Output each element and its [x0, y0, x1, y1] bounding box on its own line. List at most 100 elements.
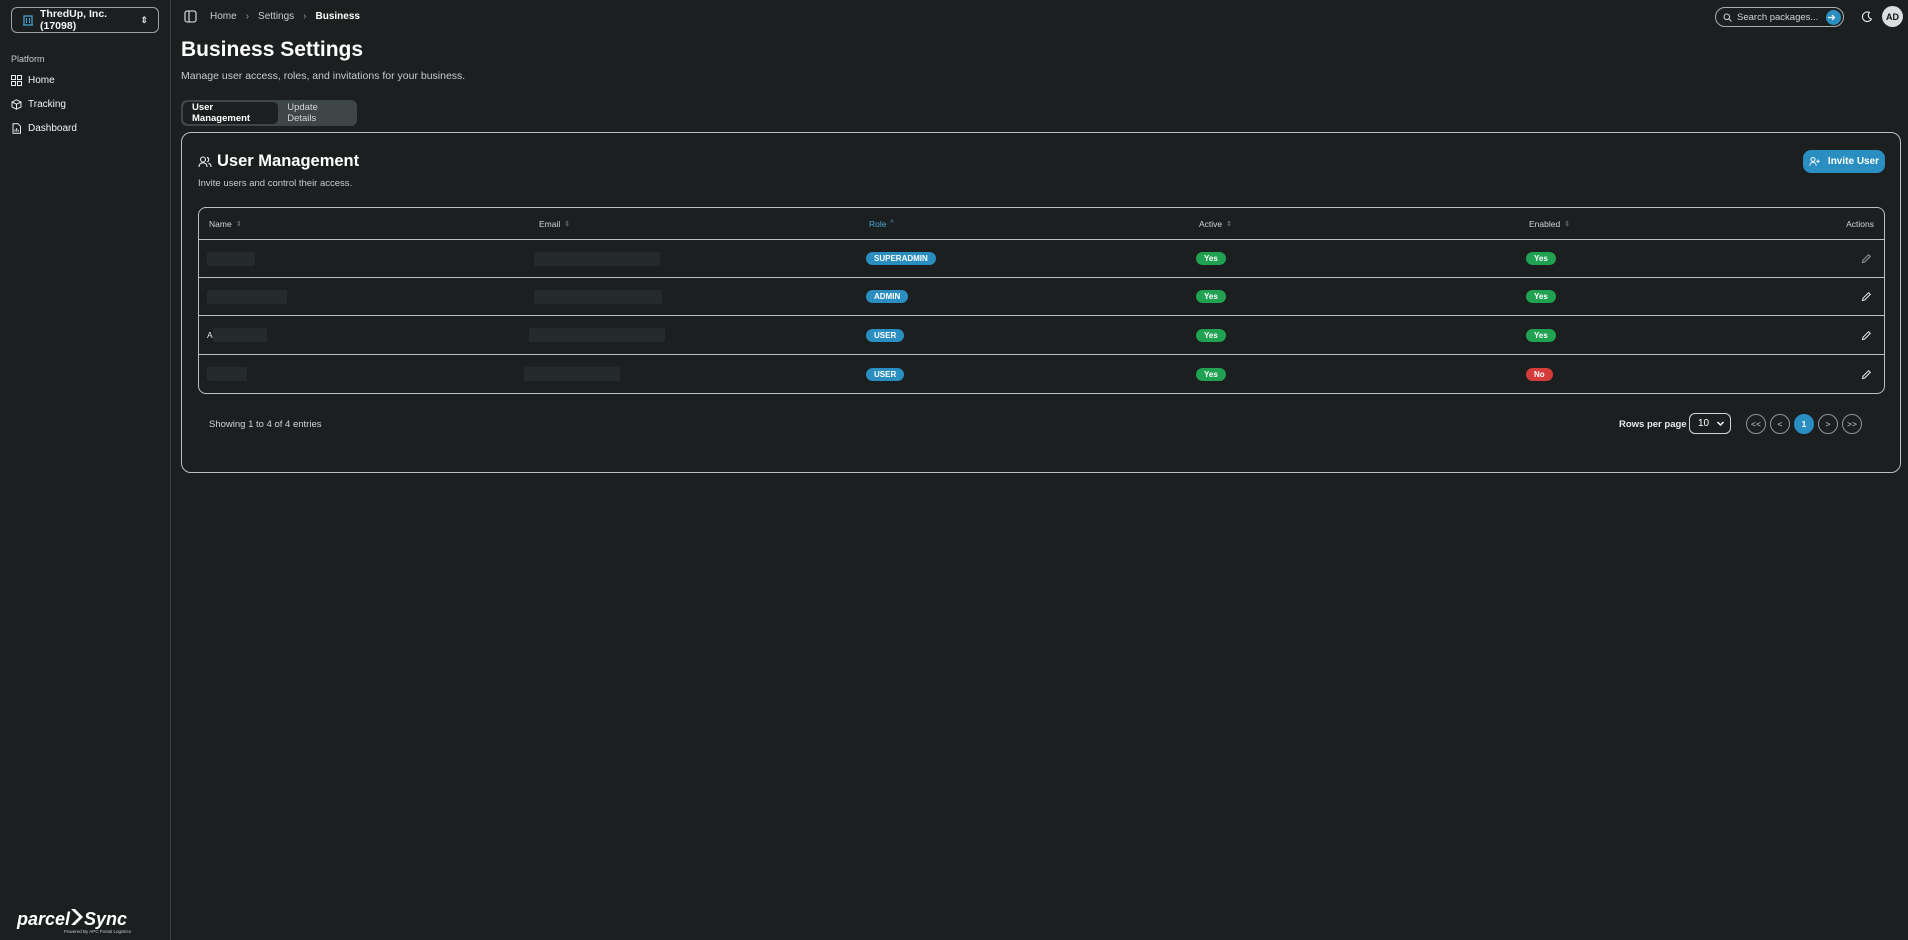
actions-cell [1861, 278, 1872, 315]
invite-user-button[interactable]: Invite User [1803, 150, 1885, 173]
app-root: ThredUp, Inc. (17098) ⇕ Platform Home Tr… [0, 0, 1908, 940]
active-badge: Yes [1196, 252, 1226, 265]
building-icon [23, 15, 33, 26]
redacted-name [207, 251, 255, 266]
parcelsync-logo: parcel Sync Powered By APC Postal Logist… [16, 909, 132, 934]
edit-icon[interactable] [1861, 253, 1872, 264]
breadcrumb-home[interactable]: Home [210, 11, 237, 22]
chevron-down-icon [1716, 421, 1725, 427]
redacted-name [207, 289, 287, 304]
active-cell: Yes [1196, 240, 1226, 277]
redacted-email [534, 289, 662, 304]
moon-icon[interactable] [1861, 11, 1873, 23]
edit-icon[interactable] [1861, 291, 1872, 302]
column-header-label: Actions [1846, 218, 1874, 229]
tab-user-management[interactable]: User Management [183, 102, 279, 124]
page-subtitle: Manage user access, roles, and invitatio… [181, 70, 466, 82]
role-cell: SUPERADMIN [866, 240, 936, 277]
email-cell [534, 240, 660, 277]
column-header-enabled[interactable]: Enabled ⇕ [1529, 208, 1570, 239]
enabled-cell: No [1526, 355, 1553, 393]
column-header-active[interactable]: Active ⇕ [1199, 208, 1232, 239]
rows-per-page-select[interactable]: 10 [1689, 413, 1731, 434]
role-cell: USER [866, 355, 905, 393]
table-row: A USER Yes Yes [199, 316, 1884, 355]
sidebar-item-dashboard[interactable]: Dashboard [11, 120, 77, 136]
arrow-right-icon [1827, 14, 1835, 21]
breadcrumb-settings[interactable]: Settings [258, 11, 294, 22]
redacted-name [212, 328, 267, 342]
file-chart-icon [12, 122, 21, 134]
active-cell: Yes [1196, 278, 1226, 315]
avatar[interactable]: AD [1882, 6, 1903, 27]
user-management-card: User Management Invite users and control… [181, 132, 1901, 473]
sidebar-item-label: Home [28, 74, 55, 86]
sort-icon: ⇕ [564, 220, 571, 228]
edit-icon[interactable] [1861, 369, 1872, 380]
org-selector[interactable]: ThredUp, Inc. (17098) ⇕ [11, 7, 159, 33]
package-icon [11, 98, 22, 110]
sidebar-item-label: Dashboard [28, 122, 77, 134]
enabled-badge: Yes [1526, 290, 1556, 303]
users-table: Name ⇕ Email ⇕ Role ^ Active ⇕ Enabled ⇕ Acti… [198, 207, 1885, 394]
enabled-cell: Yes [1526, 240, 1556, 277]
card-header: User Management [198, 152, 359, 171]
sidebar-item-home[interactable]: Home [11, 72, 55, 88]
redacted-email [534, 251, 660, 266]
search-submit-button[interactable] [1826, 10, 1841, 25]
column-header-label: Email [539, 218, 561, 229]
redacted-email [524, 367, 620, 381]
name-cell [207, 240, 255, 277]
chevron-right-icon: › [303, 11, 307, 22]
next-page-button[interactable]: > [1818, 414, 1838, 434]
chevron-right-icon: › [245, 11, 250, 22]
column-header-name[interactable]: Name ⇕ [209, 208, 242, 239]
user-plus-icon [1809, 157, 1820, 166]
enabled-cell: Yes [1526, 316, 1556, 354]
sidebar-toggle-icon[interactable] [184, 10, 197, 23]
sort-icon: ⇕ [235, 220, 242, 228]
enabled-badge: Yes [1526, 328, 1556, 342]
tab-update-details[interactable]: Update Details [278, 102, 355, 124]
role-badge: SUPERADMIN [866, 252, 936, 265]
active-badge: Yes [1196, 367, 1226, 381]
breadcrumb: Home › Settings › Business [210, 11, 360, 22]
invite-user-label: Invite User [1827, 156, 1880, 167]
table-row: USER Yes No [199, 355, 1884, 393]
redacted-name [207, 367, 247, 381]
actions-cell [1861, 316, 1872, 354]
column-header-label: Role [869, 218, 887, 229]
sidebar-item-tracking[interactable]: Tracking [11, 96, 66, 112]
search-placeholder: Search packages... [1737, 11, 1819, 23]
previous-page-button[interactable]: < [1770, 414, 1790, 434]
name-cell: A [207, 316, 267, 354]
table-header-row: Name ⇕ Email ⇕ Role ^ Active ⇕ Enabled ⇕ Acti… [199, 208, 1884, 240]
users-icon [198, 155, 212, 167]
search-input[interactable]: Search packages... [1715, 7, 1844, 27]
column-header-email[interactable]: Email ⇕ [539, 208, 570, 239]
name-cell [207, 278, 287, 315]
actions-cell [1861, 355, 1872, 393]
card-description: Invite users and control their access. [198, 178, 353, 189]
card-title: User Management [217, 152, 360, 170]
column-header-label: Active [1199, 218, 1223, 229]
chevron-updown-icon: ⇕ [140, 14, 148, 25]
first-page-button[interactable]: << [1746, 414, 1766, 434]
table-row: SUPERADMIN Yes Yes [199, 240, 1884, 278]
active-badge: Yes [1196, 290, 1226, 303]
pagination: << < 1 > >> [1746, 414, 1862, 434]
column-header-role[interactable]: Role ^ [869, 208, 894, 239]
role-badge: ADMIN [866, 290, 909, 303]
enabled-badge: No [1526, 367, 1553, 381]
sidebar: ThredUp, Inc. (17098) ⇕ Platform Home Tr… [0, 0, 171, 940]
name-cell [207, 355, 247, 393]
last-page-button[interactable]: >> [1842, 414, 1862, 434]
page-button[interactable]: 1 [1794, 414, 1814, 434]
svg-text:Sync: Sync [84, 909, 127, 929]
edit-icon[interactable] [1861, 330, 1872, 341]
sort-ascending-icon: ^ [890, 220, 894, 227]
role-badge: USER [866, 367, 905, 381]
email-cell [534, 278, 662, 315]
role-cell: ADMIN [866, 278, 909, 315]
email-cell [524, 355, 620, 393]
